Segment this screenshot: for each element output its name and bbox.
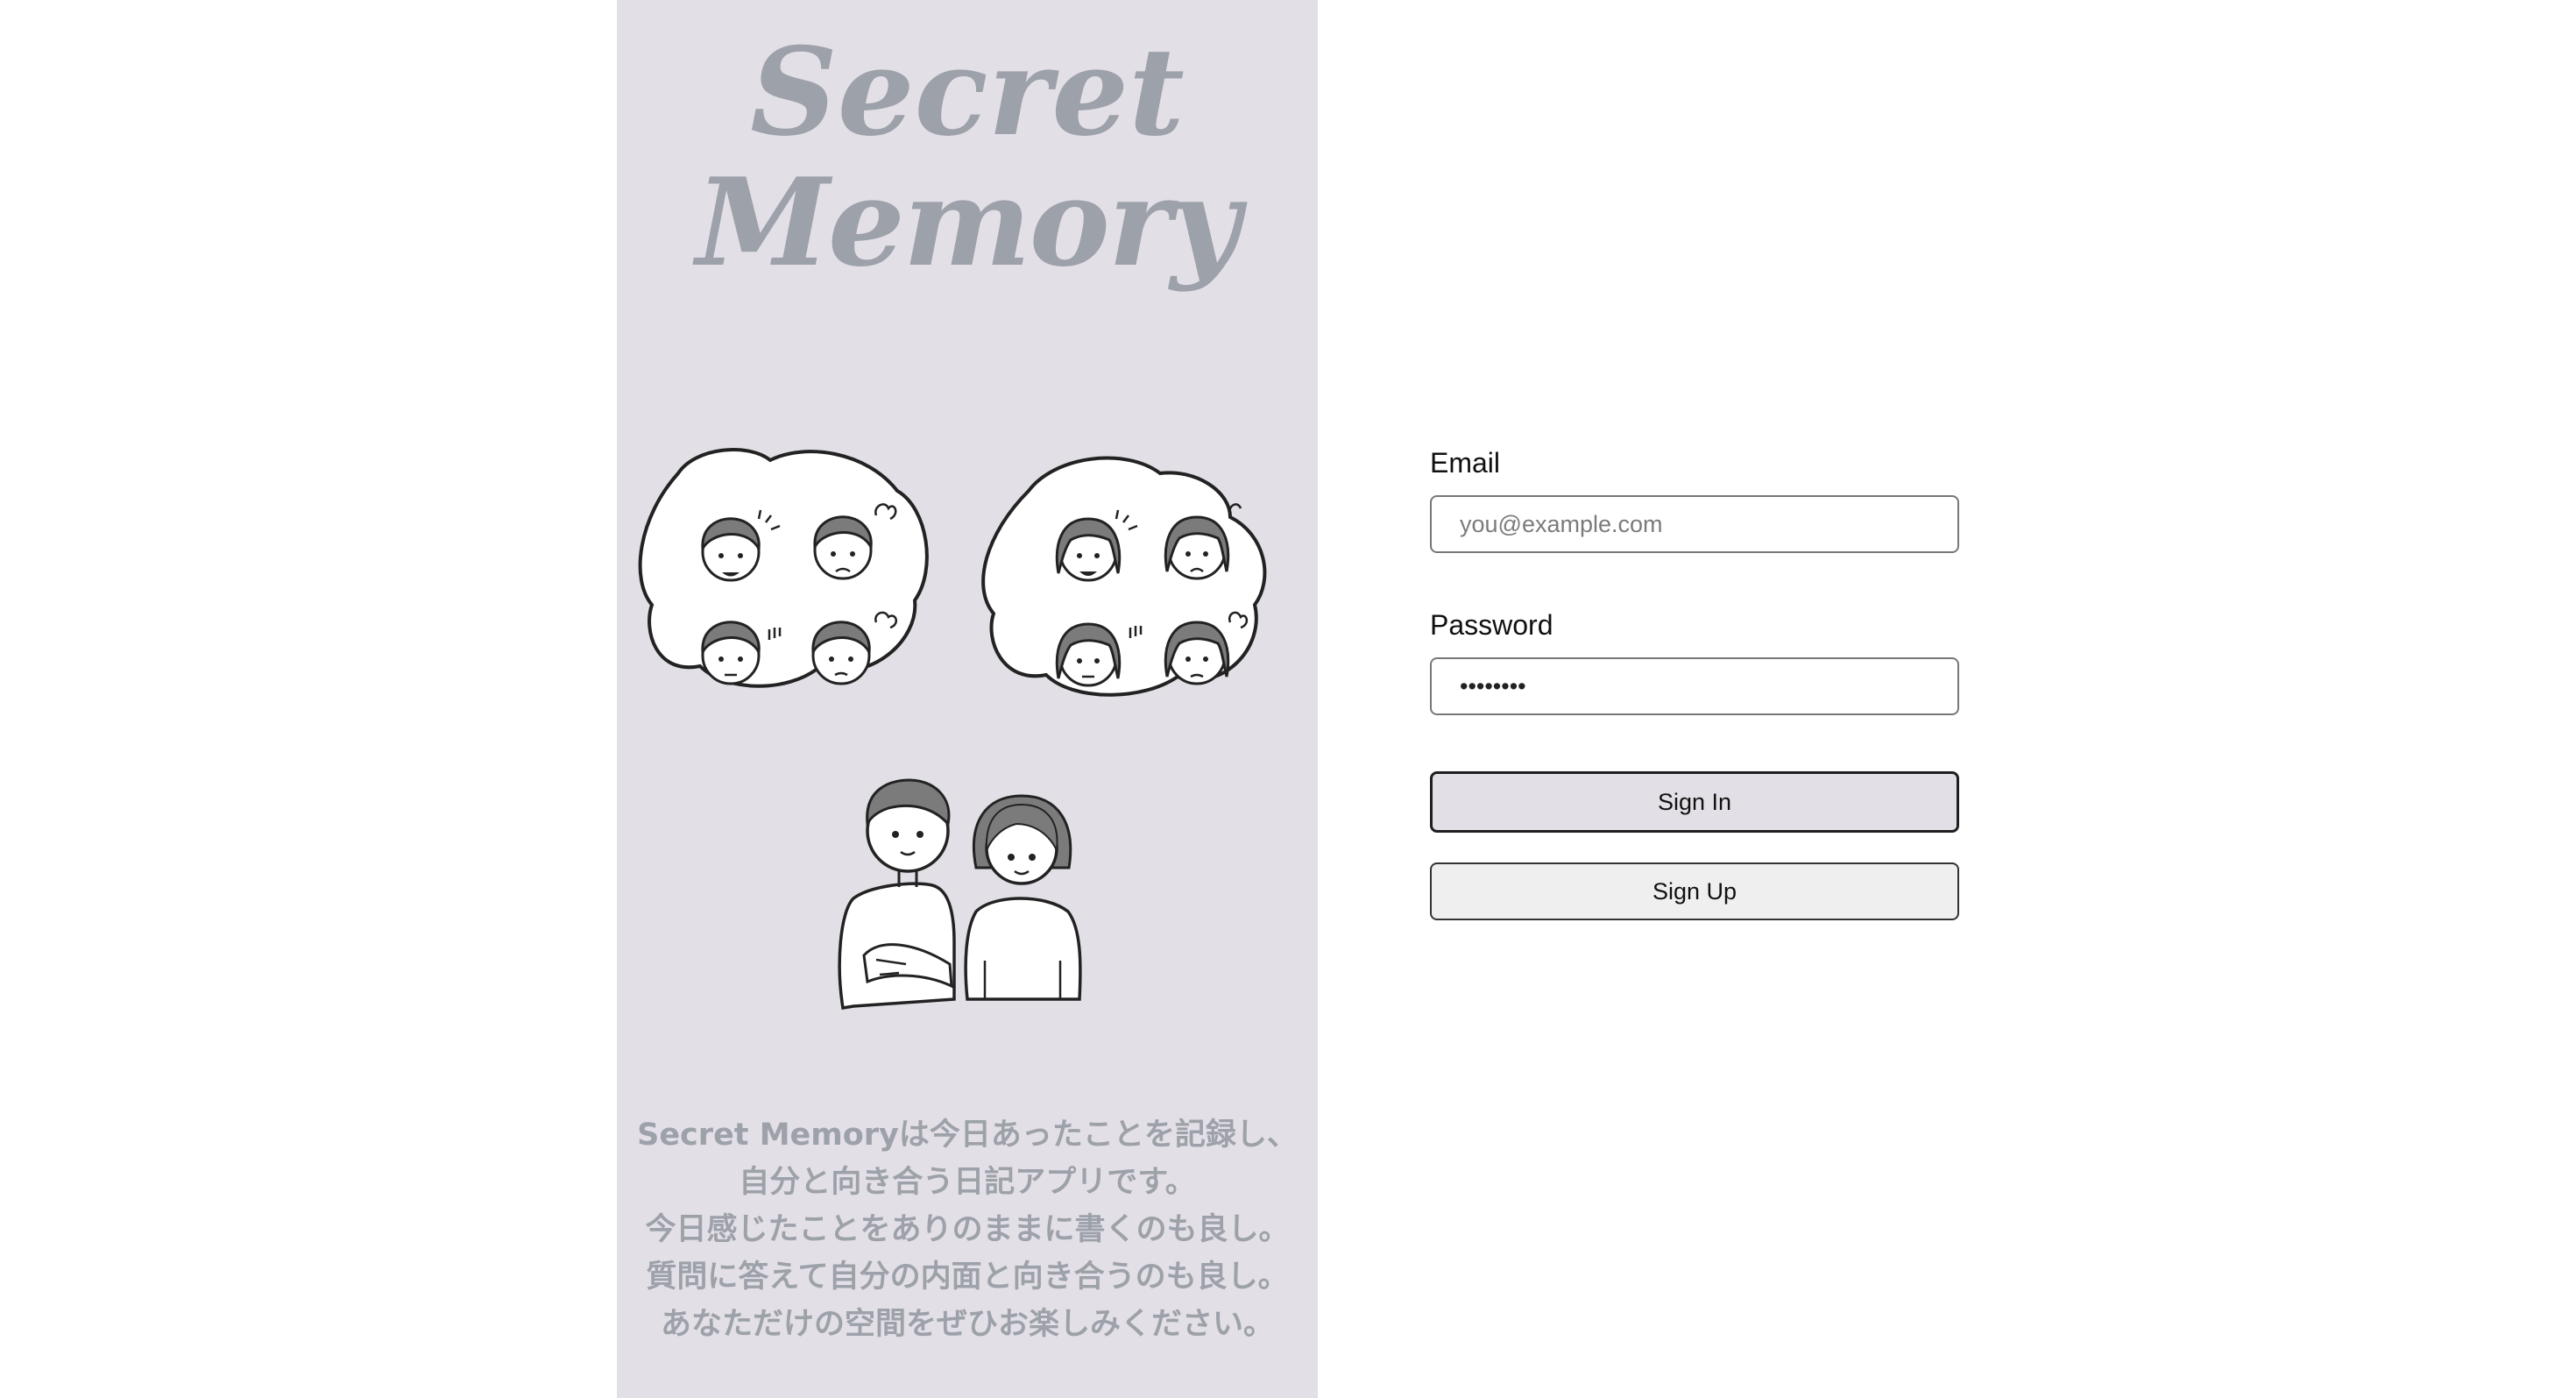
password-label: Password	[1430, 609, 1553, 641]
app-description: Secret Memoryは今日あったことを記録し、 自分と向き合う日記アプリで…	[617, 1111, 1318, 1348]
description-line: 自分と向き合う日記アプリです。	[739, 1165, 1196, 1200]
email-label: Email	[1430, 447, 1501, 479]
promo-panel: Secret Memory Secret Memoryは今日あったことを記録し、…	[617, 0, 1318, 1398]
description-line: 質問に答えて自分の内面と向き合うのも良し。	[646, 1260, 1289, 1295]
app-logo: Secret Memory	[617, 26, 1318, 287]
thought-bubble-left	[638, 448, 929, 688]
description-line: あなただけの空間をぜひお楽しみください。	[660, 1307, 1274, 1342]
logo-line-1: Secret	[750, 20, 1185, 163]
sign-up-button[interactable]: Sign Up	[1430, 862, 1959, 920]
people-figures	[838, 778, 1082, 1011]
diary-illustration	[638, 448, 1267, 1011]
description-line: Secret Memoryは今日あったことを記録し、	[637, 1118, 1298, 1153]
login-page: Secret Memory Secret Memoryは今日あったことを記録し、…	[0, 0, 2576, 1398]
description-line: 今日感じたことをありのままに書くのも良し。	[645, 1212, 1290, 1247]
thought-bubble-right	[981, 456, 1267, 697]
password-field[interactable]	[1430, 657, 1959, 715]
logo-line-2: Memory	[696, 151, 1241, 295]
login-form: Email Password Sign In Sign Up	[1430, 447, 1959, 920]
email-field[interactable]	[1430, 495, 1959, 553]
sign-in-button[interactable]: Sign In	[1430, 771, 1959, 833]
